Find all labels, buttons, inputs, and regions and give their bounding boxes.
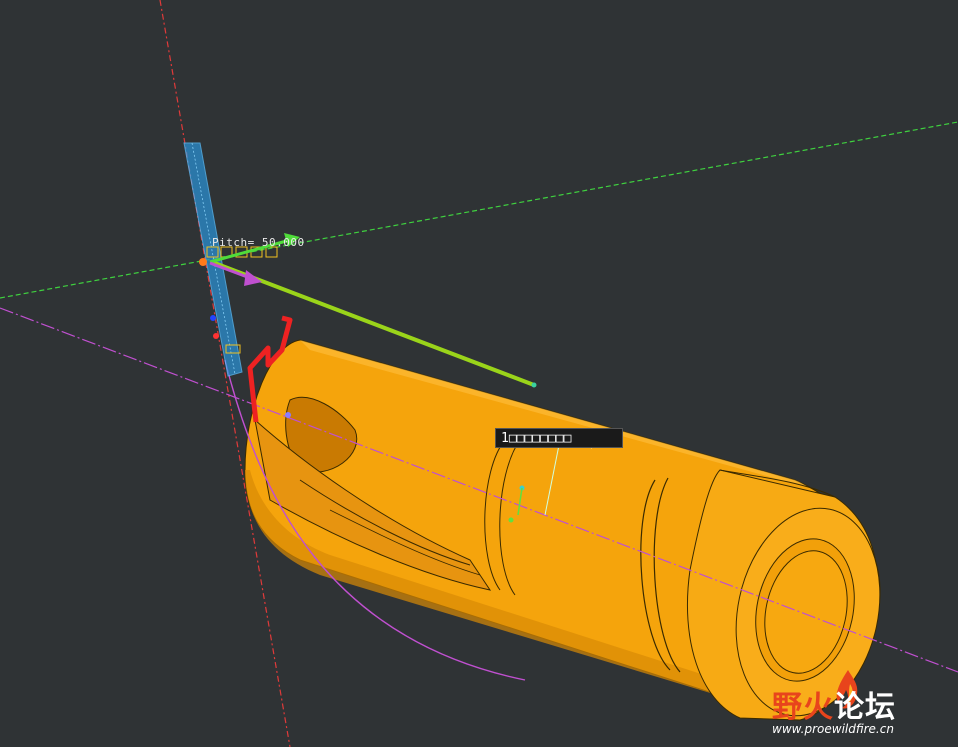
horizontal-axis-green-dashed (0, 121, 958, 299)
sketch-plane-blue[interactable] (183, 142, 243, 377)
dimension-tag[interactable]: 1□□□□□□□□ (495, 428, 623, 448)
red-point-marker[interactable] (213, 333, 219, 339)
forum-watermark: 野火论坛 www.proewildfire.cn (772, 670, 952, 740)
watermark-title: 野火论坛 (772, 690, 896, 725)
orange-cylinder-model[interactable] (244, 339, 898, 729)
blue-point-marker[interactable] (210, 315, 216, 321)
pitch-dimension-label[interactable]: Pitch= 50.000 (212, 236, 305, 249)
3d-model-viewport[interactable] (0, 0, 958, 747)
origin-point-marker[interactable] (199, 258, 207, 266)
green-point-marker[interactable] (508, 517, 514, 523)
watermark-url: www.proewildfire.cn (772, 722, 894, 736)
